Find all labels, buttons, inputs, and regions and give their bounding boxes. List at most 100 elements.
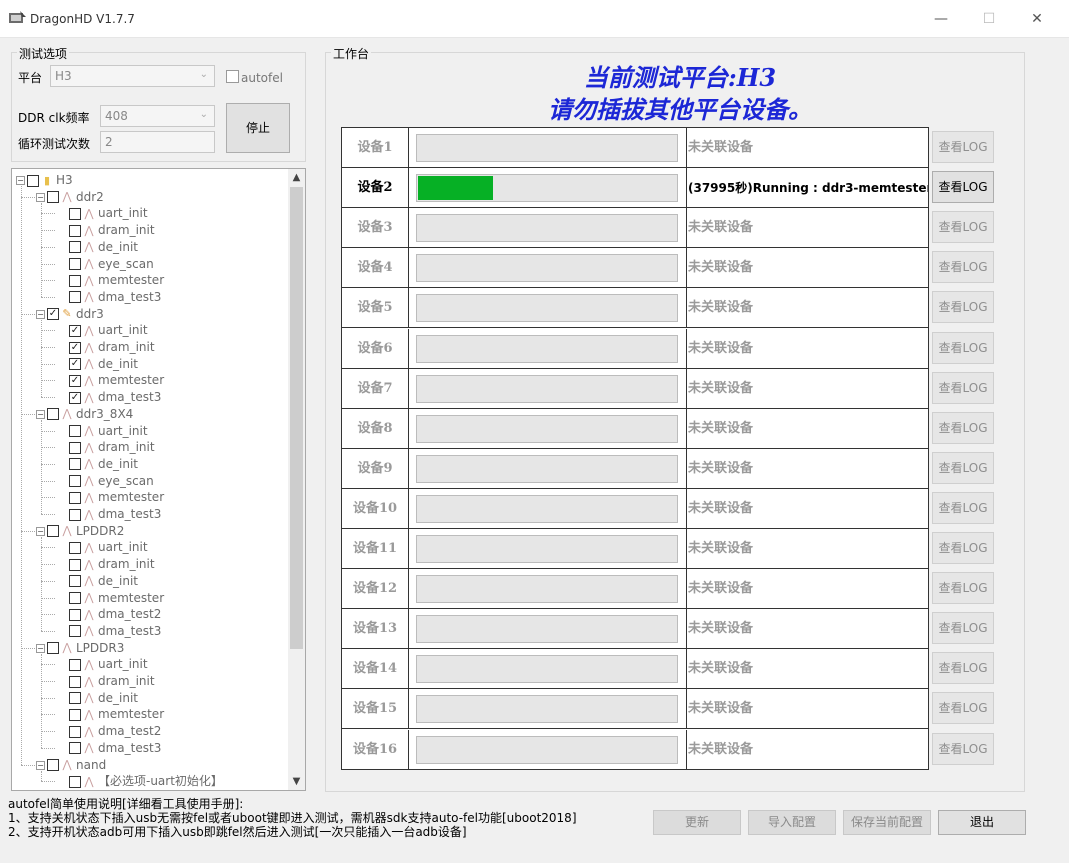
tree-node-group[interactable]: − ⋀ ddr3_8X4 (36, 406, 133, 422)
tree-item-checkbox[interactable] (69, 224, 81, 237)
view-log-button[interactable]: 查看LOG (932, 411, 994, 444)
maximize-button[interactable]: ☐ (966, 4, 1012, 34)
tree-item-checkbox[interactable] (69, 207, 81, 220)
tree-group-checkbox[interactable] (47, 759, 59, 771)
tree-item-checkbox[interactable] (69, 241, 81, 254)
tree-node-item[interactable]: ✓ ⋀ memtester (56, 372, 164, 388)
autofel-checkbox[interactable] (226, 70, 239, 83)
tree-node-item[interactable]: ⋀ uart_init (56, 656, 148, 672)
scroll-thumb[interactable] (290, 187, 303, 649)
tree-scrollbar[interactable]: ▲ ▼ (288, 169, 305, 790)
tree-node-item[interactable]: ⋀ de_init (56, 456, 138, 472)
tree-item-checkbox[interactable] (69, 592, 81, 604)
tree-item-checkbox[interactable]: ✓ (69, 324, 81, 337)
minimize-button[interactable]: — (918, 4, 964, 34)
tree-group-checkbox[interactable] (47, 642, 59, 655)
tree-node-item[interactable]: ⋀ dma_test3 (56, 506, 161, 522)
exit-button[interactable]: 退出 (938, 810, 1026, 835)
tree-node-item[interactable]: ⋀ dram_init (56, 439, 155, 455)
tree-item-checkbox[interactable] (69, 608, 81, 621)
tree-item-checkbox[interactable] (69, 508, 81, 521)
update-button[interactable]: 更新 (653, 810, 741, 835)
view-log-button[interactable]: 查看LOG (932, 211, 994, 244)
collapse-toggle-icon[interactable]: − (36, 526, 45, 536)
tree-node-item[interactable]: ⋀ 【必选项-uart初始化】 (56, 773, 223, 789)
tree-node-item[interactable]: ⋀ uart_init (56, 205, 148, 221)
tree-group-checkbox[interactable]: ✓ (47, 308, 59, 321)
tree-item-checkbox[interactable] (69, 625, 81, 638)
collapse-toggle-icon[interactable]: − (36, 409, 45, 419)
stop-button[interactable]: 停止 (226, 103, 290, 153)
tree-root-checkbox[interactable] (27, 174, 39, 187)
tree-node-item[interactable]: ⋀ dram_init (56, 222, 155, 238)
platform-select[interactable]: H3 ⌄ (50, 65, 215, 87)
view-log-button[interactable]: 查看LOG (932, 251, 994, 284)
tree-item-checkbox[interactable] (69, 458, 81, 471)
scroll-up-icon[interactable]: ▲ (288, 169, 305, 186)
tree-item-checkbox[interactable]: ✓ (69, 391, 81, 404)
tree-node-group[interactable]: − ⋀ LPDDR3 (36, 640, 124, 656)
tree-node-item[interactable]: ✓ ⋀ uart_init (56, 322, 148, 338)
tree-node-item[interactable]: ⋀ uart_init (56, 539, 148, 555)
view-log-button[interactable]: 查看LOG (932, 491, 994, 524)
tree-node-item[interactable]: ⋀ memtester (56, 706, 164, 722)
view-log-button[interactable]: 查看LOG (932, 532, 994, 564)
tree-item-checkbox[interactable]: ✓ (69, 358, 81, 371)
tree-item-checkbox[interactable] (69, 692, 81, 705)
tree-item-checkbox[interactable] (69, 675, 81, 688)
tree-node-item[interactable]: ⋀ dma_test3 (56, 289, 161, 305)
tree-item-checkbox[interactable] (69, 475, 81, 488)
tree-group-checkbox[interactable] (47, 191, 59, 204)
tree-node-group[interactable]: − ⋀ LPDDR2 (36, 523, 124, 539)
tree-node-item[interactable]: ⋀ eye_scan (56, 256, 154, 272)
test-tree[interactable]: − ▮ H3 − ⋀ ddr2 ⋀ uart_init ⋀ dram_init ⋀ de_init ⋀ e… (11, 168, 306, 791)
tree-node-item[interactable]: ⋀ memtester (56, 590, 164, 606)
tree-node-item[interactable]: ⋀ dram_init (56, 556, 155, 572)
tree-node-item[interactable]: ⋀ de_init (56, 690, 138, 706)
tree-node-group[interactable]: − ✓ ✎ ddr3 (36, 306, 104, 322)
tree-node-item[interactable]: ⋀ de_init (56, 239, 138, 255)
tree-item-checkbox[interactable] (69, 258, 81, 270)
view-log-button[interactable]: 查看LOG (932, 131, 994, 163)
view-log-button[interactable]: 查看LOG (932, 171, 994, 204)
view-log-button[interactable]: 查看LOG (932, 331, 994, 364)
tree-node-root[interactable]: − ▮ H3 (16, 172, 73, 188)
tree-item-checkbox[interactable] (69, 541, 81, 554)
save-config-button[interactable]: 保存当前配置 (843, 810, 931, 835)
tree-item-checkbox[interactable] (69, 558, 81, 571)
ddr-clk-select[interactable]: 408 ⌄ (100, 105, 215, 127)
tree-group-checkbox[interactable] (47, 408, 59, 421)
tree-group-checkbox[interactable] (47, 525, 59, 538)
tree-node-item[interactable]: ✓ ⋀ dma_test3 (56, 389, 161, 405)
view-log-button[interactable]: 查看LOG (932, 652, 994, 685)
tree-item-checkbox[interactable] (69, 425, 81, 437)
view-log-button[interactable]: 查看LOG (932, 612, 994, 645)
tree-item-checkbox[interactable] (69, 775, 81, 788)
tree-item-checkbox[interactable] (69, 725, 81, 738)
tree-node-item[interactable]: ⋀ dma_test3 (56, 740, 161, 756)
collapse-toggle-icon[interactable]: − (36, 760, 45, 770)
tree-item-checkbox[interactable]: ✓ (69, 374, 81, 387)
tree-item-checkbox[interactable] (69, 575, 81, 588)
collapse-toggle-icon[interactable]: − (36, 643, 45, 653)
view-log-button[interactable]: 查看LOG (932, 692, 994, 725)
tree-node-item[interactable]: ⋀ dma_test2 (56, 723, 161, 739)
loop-count-input[interactable]: 2 (100, 131, 215, 153)
tree-node-item[interactable]: ✓ ⋀ de_init (56, 356, 138, 372)
tree-item-checkbox[interactable] (69, 441, 81, 454)
tree-node-group[interactable]: − ⋀ nand (36, 757, 106, 773)
view-log-button[interactable]: 查看LOG (932, 732, 994, 765)
tree-node-item[interactable]: ⋀ uart_init (56, 423, 148, 439)
tree-node-item[interactable]: ⋀ memtester (56, 489, 164, 505)
tree-item-checkbox[interactable]: ✓ (69, 341, 81, 354)
tree-node-item[interactable]: ⋀ dma_test2 (56, 606, 161, 622)
tree-item-checkbox[interactable] (69, 708, 81, 721)
import-config-button[interactable]: 导入配置 (748, 810, 836, 835)
view-log-button[interactable]: 查看LOG (932, 451, 994, 484)
collapse-toggle-icon[interactable]: − (36, 309, 45, 319)
tree-item-checkbox[interactable] (69, 491, 81, 504)
view-log-button[interactable]: 查看LOG (932, 291, 994, 324)
tree-node-item[interactable]: ⋀ eye_scan (56, 473, 154, 489)
tree-item-checkbox[interactable] (69, 742, 81, 755)
tree-node-item[interactable]: ⋀ dram_init (56, 673, 155, 689)
